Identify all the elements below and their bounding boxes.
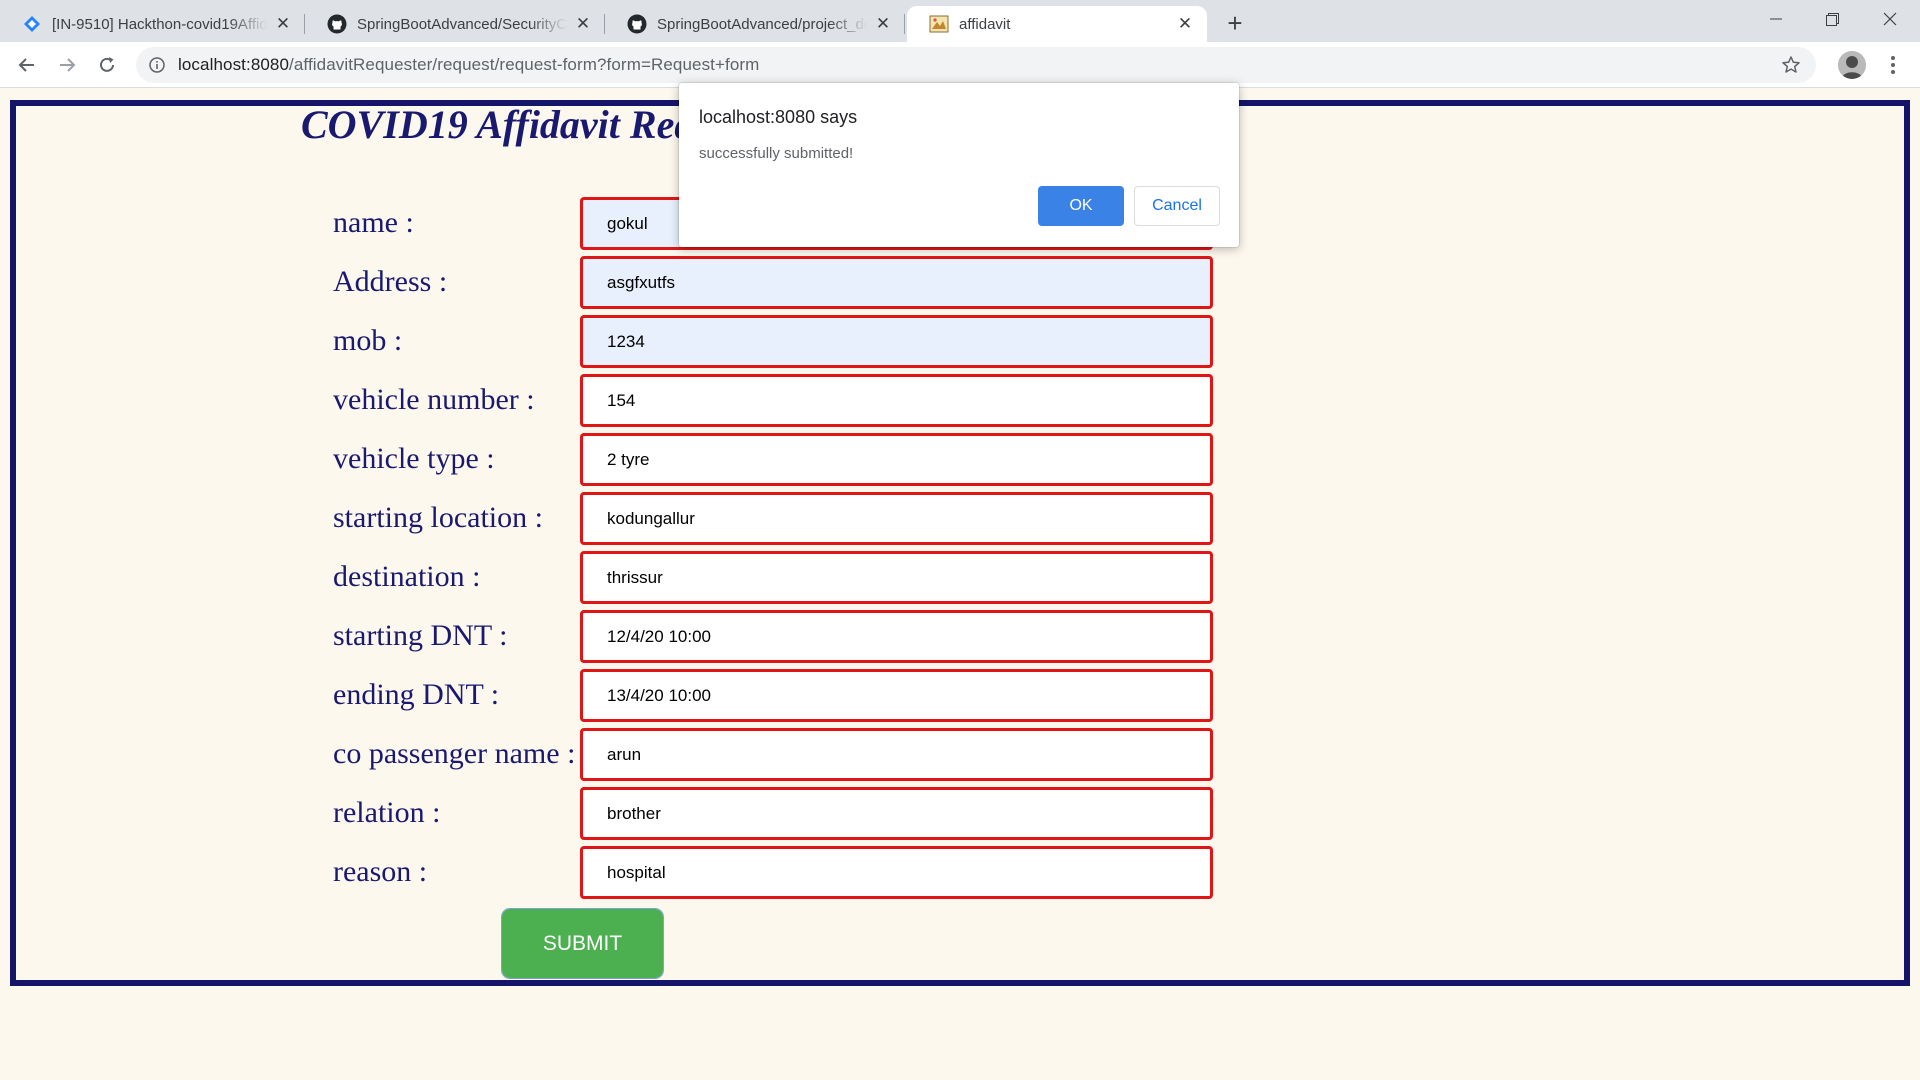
- tab-title: SpringBootAdvanced/SecurityConfig: [357, 15, 567, 33]
- menu-dots-icon[interactable]: [1880, 51, 1906, 79]
- url-host: localhost:8080: [178, 55, 290, 74]
- tab-strip: [IN-9510] Hackthon-covid19Affidavit ✕ Sp…: [0, 0, 1920, 42]
- label-vehicle-number: vehicle number :: [333, 383, 535, 416]
- info-icon[interactable]: [148, 56, 166, 74]
- alert-dialog: localhost:8080 says successfully submitt…: [679, 83, 1239, 247]
- url-path: /affidavitRequester/request/request-form…: [289, 55, 760, 74]
- relation-input[interactable]: brother: [580, 787, 1213, 840]
- vehicle-type-input[interactable]: 2 tyre: [580, 433, 1213, 486]
- label-reason: reason :: [333, 855, 428, 888]
- label-ending-dnt: ending DNT :: [333, 678, 500, 711]
- github-icon: [327, 14, 347, 34]
- tab-title: [IN-9510] Hackthon-covid19Affidavit: [52, 15, 267, 33]
- page-image-icon: [929, 14, 949, 34]
- reload-icon[interactable]: [90, 48, 124, 82]
- new-tab-icon[interactable]: +: [1220, 8, 1250, 38]
- label-starting-dnt: starting DNT :: [333, 619, 508, 652]
- url-text: localhost:8080/affidavitRequester/reques…: [178, 55, 759, 75]
- minimize-icon[interactable]: [1748, 0, 1804, 38]
- bookmark-star-icon[interactable]: [1780, 54, 1802, 76]
- cancel-button[interactable]: Cancel: [1134, 186, 1220, 226]
- close-icon[interactable]: ✕: [273, 14, 293, 34]
- label-mob: mob :: [333, 324, 403, 357]
- label-address: Address :: [333, 265, 448, 298]
- forward-icon[interactable]: [50, 48, 84, 82]
- label-name: name :: [333, 206, 414, 239]
- browser-toolbar: localhost:8080/affidavitRequester/reques…: [0, 42, 1920, 88]
- vehicle-number-input[interactable]: 154: [580, 374, 1213, 427]
- github-icon: [627, 14, 647, 34]
- close-window-icon[interactable]: [1862, 0, 1918, 38]
- label-destination: destination :: [333, 560, 481, 593]
- profile-avatar[interactable]: [1838, 51, 1866, 79]
- tab-github-security[interactable]: SpringBootAdvanced/SecurityConfig ✕: [305, 6, 605, 42]
- close-icon[interactable]: ✕: [573, 14, 593, 34]
- restore-icon[interactable]: [1804, 0, 1860, 38]
- starting-location-input[interactable]: kodungallur: [580, 492, 1213, 545]
- tab-title: SpringBootAdvanced/project_details: [657, 15, 867, 33]
- dialog-message: successfully submitted!: [699, 145, 854, 162]
- destination-input[interactable]: thrissur: [580, 551, 1213, 604]
- submit-button[interactable]: SUBMIT: [501, 908, 664, 979]
- starting-dnt-input[interactable]: 12/4/20 10:00: [580, 610, 1213, 663]
- address-bar[interactable]: localhost:8080/affidavitRequester/reques…: [136, 47, 1816, 83]
- tab-github-project[interactable]: SpringBootAdvanced/project_details ✕: [605, 6, 905, 42]
- back-icon[interactable]: [10, 48, 44, 82]
- tab-affidavit[interactable]: affidavit ✕: [907, 6, 1207, 42]
- mob-input[interactable]: 1234: [580, 315, 1213, 368]
- address-input[interactable]: asgfxutfs: [580, 256, 1213, 309]
- dialog-title: localhost:8080 says: [699, 107, 858, 127]
- tab-jira[interactable]: [IN-9510] Hackthon-covid19Affidavit ✕: [0, 6, 305, 42]
- ending-dnt-input[interactable]: 13/4/20 10:00: [580, 669, 1213, 722]
- co-passenger-name-input[interactable]: arun: [580, 728, 1213, 781]
- close-icon[interactable]: ✕: [873, 14, 893, 34]
- close-icon[interactable]: ✕: [1175, 14, 1195, 34]
- ok-button[interactable]: OK: [1038, 186, 1124, 226]
- tab-title: affidavit: [959, 15, 1011, 33]
- label-co-passenger-name: co passenger name :: [333, 737, 576, 770]
- jira-diamond-icon: [22, 14, 42, 34]
- label-starting-location: starting location :: [333, 501, 543, 534]
- label-relation: relation :: [333, 796, 441, 829]
- label-vehicle-type: vehicle type :: [333, 442, 495, 475]
- reason-input[interactable]: hospital: [580, 846, 1213, 899]
